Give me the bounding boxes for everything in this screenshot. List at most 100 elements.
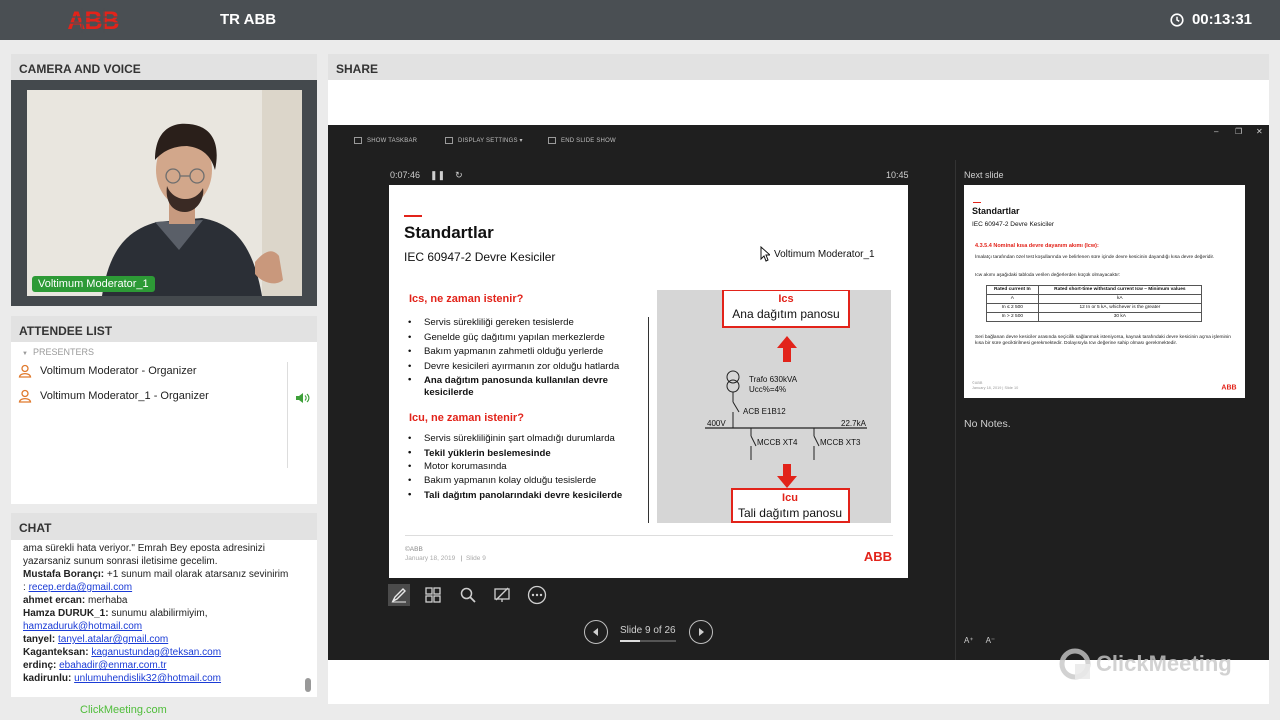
top-bar: ABB TR ABB 00:13:31 [0, 0, 1280, 40]
chevron-right-icon [699, 628, 704, 636]
see-all-slides-button[interactable] [422, 584, 444, 606]
email-link[interactable]: kaganustundag@teksan.com [91, 647, 221, 658]
room-title: TR ABB [220, 11, 277, 28]
voltage-label: 400V [707, 419, 726, 428]
user-icon [18, 389, 32, 403]
next-accent-bar [973, 202, 981, 203]
screen-icon [494, 587, 510, 602]
email-link[interactable]: hamzaduruk@hotmail.com [23, 621, 142, 632]
slide-counter: Slide 9 of 26 [620, 625, 676, 636]
close-button[interactable]: ✕ [1256, 127, 1263, 136]
show-taskbar-label: SHOW TASKBAR [367, 137, 418, 144]
current-label: 22.7kA [841, 419, 867, 428]
current-slide[interactable]: Standartlar IEC 60947-2 Devre Kesiciler … [389, 185, 908, 578]
slide-abb-logo: ABB [864, 549, 892, 562]
camera-panel-heading: CAMERA AND VOICE [11, 54, 317, 82]
presenters-section[interactable]: ▼ PRESENTERS [22, 347, 94, 357]
next-slide-preview[interactable]: Standartlar IEC 60947-2 Devre Kesiciler … [964, 185, 1245, 398]
pause-icon[interactable]: ❚❚ [430, 170, 445, 181]
decrease-font-icon[interactable]: A⁻ [986, 636, 996, 645]
pen-tool-button[interactable] [388, 584, 410, 606]
collapse-arrow-icon: ▼ [22, 351, 28, 357]
user-icon [18, 364, 32, 378]
camera-name-tag: Voltimum Moderator_1 [32, 276, 155, 292]
slide-footer: ©ABB January 18, 2019 | Slide 9 [405, 546, 486, 562]
cursor-icon [760, 246, 770, 262]
moderator-cursor-label: Voltimum Moderator_1 [760, 246, 875, 262]
camera-video[interactable] [27, 90, 302, 296]
slide-progress-fill [620, 640, 640, 642]
email-link[interactable]: ebahadir@enmar.com.tr [59, 660, 166, 671]
chat-scrollbar[interactable] [305, 678, 311, 692]
question-icu: Icu, ne zaman istenir? [409, 412, 524, 424]
table-cell: A [986, 294, 1039, 304]
ucc-label: Ucc%=4% [749, 385, 786, 394]
chat-line: erdinç: ebahadir@enmar.com.tr [23, 660, 167, 671]
table-cell: 12 In or 5 kA, whichever is the greater [1037, 303, 1203, 313]
chat-line: yazarsaniz sunum sonrasi iletisime gecel… [23, 556, 218, 567]
clickmeeting-logo-icon [1059, 648, 1091, 680]
footer-brand[interactable]: ClickMeeting.com [80, 704, 167, 716]
slide-separator [648, 317, 649, 523]
slide-progress-bar [620, 640, 676, 642]
slide-copyright: ©ABB [405, 546, 423, 553]
reset-icon[interactable]: ↻ [455, 170, 463, 181]
icu-item: Tekil yüklerin beslemesinde [407, 447, 647, 460]
attendee-item[interactable]: Voltimum Moderator_1 - Organizer [18, 388, 209, 404]
end-slide-show-label: END SLIDE SHOW [561, 137, 616, 144]
presenter-video-image [27, 90, 302, 296]
minimize-button[interactable]: – [1214, 127, 1218, 136]
icu-item: Bakım yapmanın kolay olduğu tesislerde [407, 474, 647, 489]
slide-accent-bar [404, 215, 422, 217]
more-icon [527, 585, 547, 605]
email-link[interactable]: tanyel.atalar@gmail.com [58, 634, 168, 645]
icu-item: Motor korumasında [407, 460, 647, 475]
ics-item: Bakım yapmanın zahmetli olduğu yerlerde [407, 345, 647, 360]
display-settings-button[interactable]: DISPLAY SETTINGS ▾ [445, 137, 523, 144]
magnifier-icon [460, 587, 476, 603]
watermark-text: ClickMeeting [1096, 651, 1232, 676]
icu-item: Servis sürekliliğinin şart olmadığı duru… [407, 432, 647, 447]
zoom-button[interactable] [457, 584, 479, 606]
slide-number: Slide 9 [465, 555, 486, 562]
slide-date: January 18, 2019 [405, 555, 456, 562]
email-link[interactable]: recep.erda@gmail.com [29, 582, 133, 593]
previous-slide-button[interactable] [584, 620, 608, 644]
next-slide-abb-logo: ABB [1221, 385, 1236, 391]
email-link[interactable]: unlumuhendislik32@hotmail.com [74, 673, 221, 684]
ics-item: Genelde güç dağıtımı yapılan merkezlerde [407, 331, 647, 346]
ics-item: Ana dağıtım panosunda kullanılan devre k… [407, 374, 647, 399]
chat-line: Mustafa Borançı: +1 sunum mail olarak at… [23, 569, 289, 580]
increase-font-icon[interactable]: A⁺ [964, 636, 974, 645]
next-slide-button[interactable] [689, 620, 713, 644]
next-slide-title: Standartlar [972, 206, 1020, 216]
presenters-section-label: PRESENTERS [32, 347, 94, 357]
chat-line: ahmet ercan: merhaba [23, 595, 128, 606]
chat-line: kadirunlu: unlumuhendislik32@hotmail.com [23, 673, 222, 684]
black-screen-button[interactable] [491, 584, 513, 606]
bottom-box-text: Tali dağıtım panosu [738, 506, 842, 520]
share-top-area [328, 80, 1269, 125]
next-slide-label: Next slide [964, 170, 1004, 180]
show-taskbar-button[interactable]: SHOW TASKBAR [354, 137, 417, 144]
ics-item: Servis sürekliliği gereken tesislerde [407, 316, 647, 331]
chat-line: : recep.erda@gmail.com [23, 582, 133, 593]
next-slide-paragraph: Seri bağlanan devre kesiciler arasında s… [975, 335, 1231, 346]
mccb2-label: MCCB XT3 [820, 438, 861, 447]
icu-list: Servis sürekliliğinin şart olmadığı duru… [407, 432, 647, 502]
more-options-button[interactable] [526, 584, 548, 606]
end-slide-show-button[interactable]: END SLIDE SHOW [548, 137, 616, 144]
table-cell: In > 2 500 [986, 312, 1039, 322]
speaker-icon[interactable] [294, 391, 310, 405]
chat-line: Kaganteksan: kaganustundag@teksan.com [23, 647, 222, 658]
restore-button[interactable]: ❐ [1235, 127, 1242, 136]
attendee-item[interactable]: Voltimum Moderator - Organizer [18, 363, 197, 379]
end-show-icon [548, 137, 556, 144]
abb-logo: ABB [60, 8, 126, 33]
bottom-box-title: Icu [782, 492, 798, 504]
single-line-diagram: Ics Ana dağıtım panosu Trafo 630kVA Ucc%… [657, 290, 891, 523]
svg-text:ABB: ABB [1221, 385, 1236, 391]
attendee-name: Voltimum Moderator - Organizer [40, 365, 197, 377]
question-ics: Ics, ne zaman istenir? [409, 293, 524, 305]
pen-icon [391, 588, 406, 603]
